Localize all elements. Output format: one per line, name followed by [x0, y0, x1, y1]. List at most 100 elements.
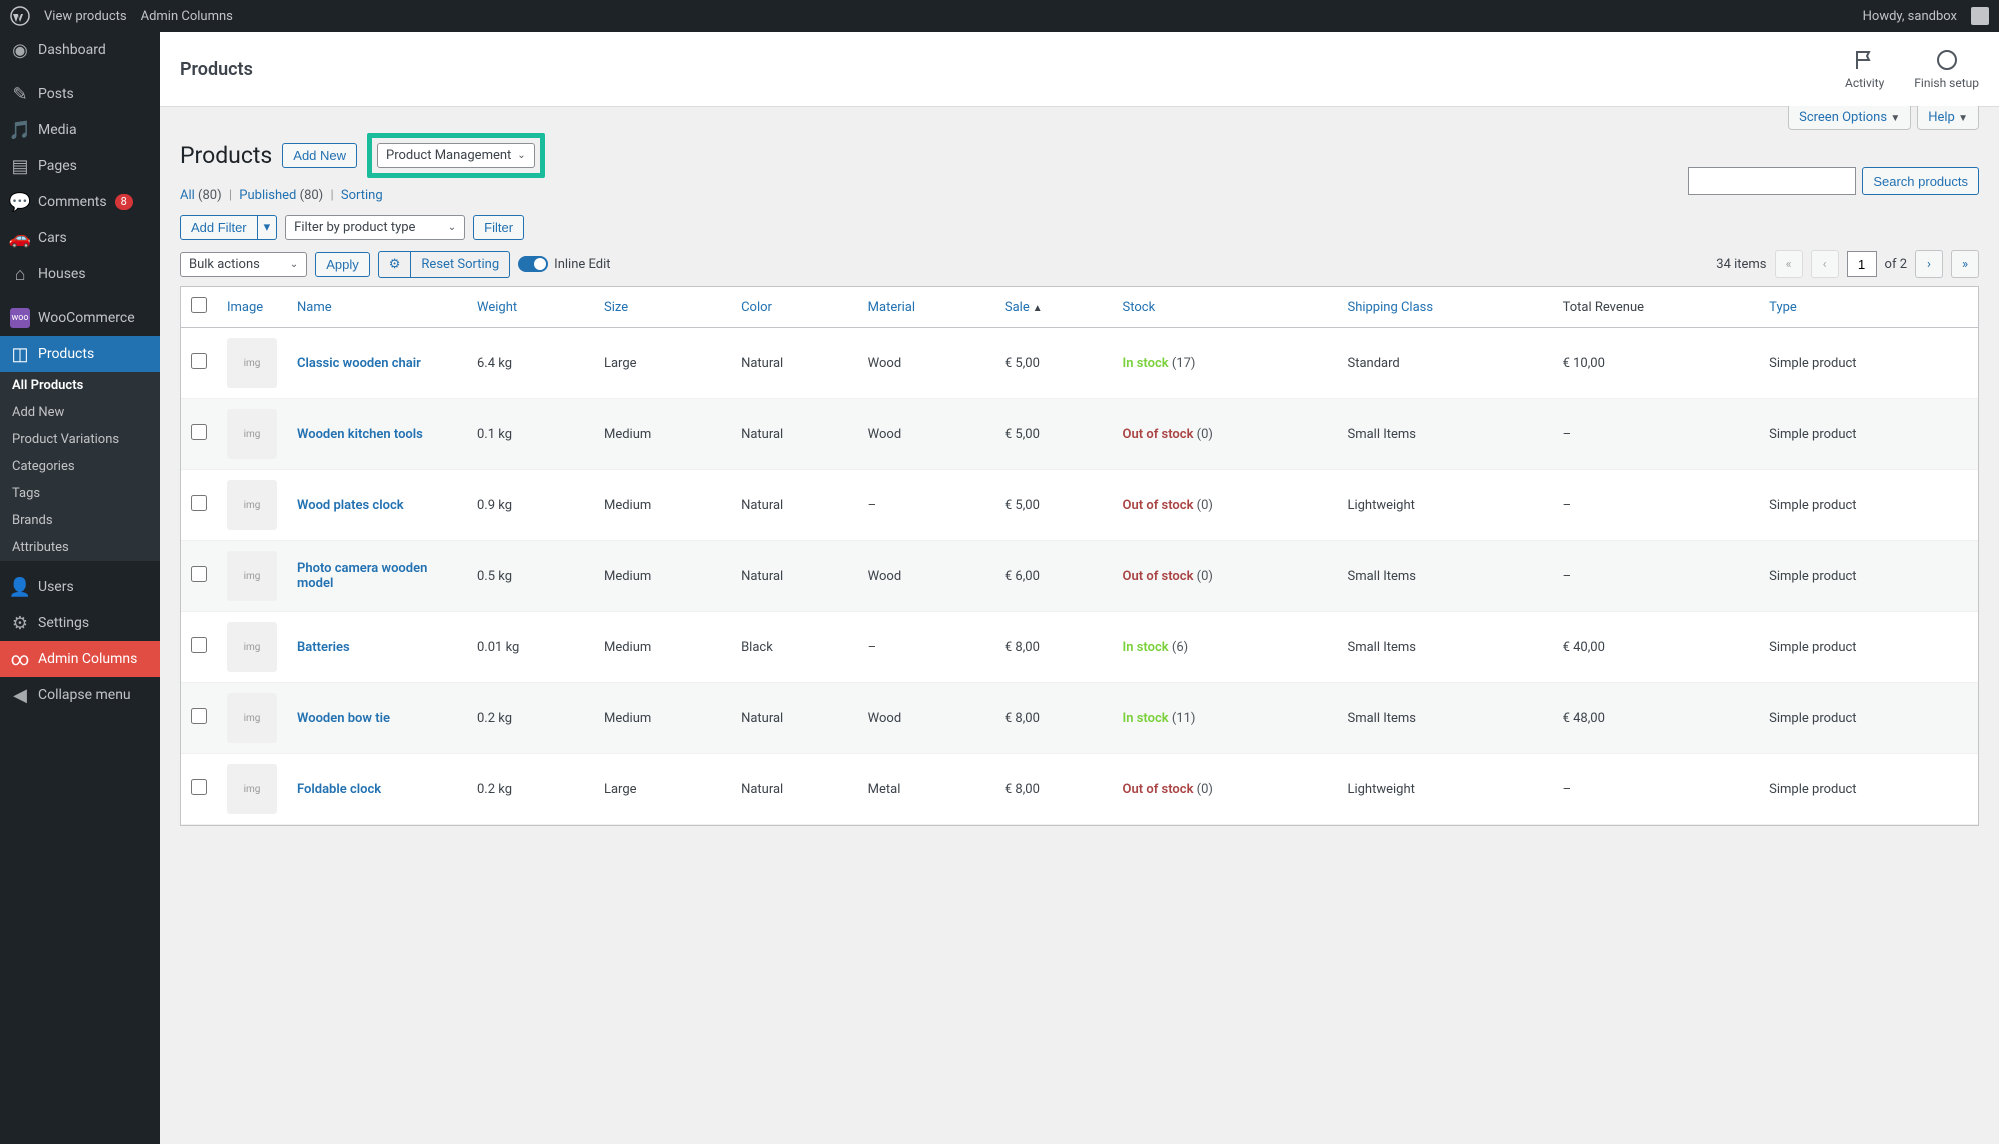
menu-cars[interactable]: 🚗Cars — [0, 220, 160, 256]
table-row: imgClassic wooden chair6.4 kgLargeNatura… — [181, 328, 1978, 399]
bulk-actions-select[interactable]: Bulk actions ⌄ — [180, 252, 307, 277]
wordpress-logo-icon[interactable] — [10, 6, 30, 26]
add-new-button[interactable]: Add New — [282, 143, 357, 168]
cell-material: Metal — [858, 754, 995, 825]
cell-shipping: Standard — [1337, 328, 1552, 399]
submenu-product-variations[interactable]: Product Variations — [0, 426, 160, 453]
col-revenue[interactable]: Total Revenue — [1553, 287, 1760, 328]
submenu-tags[interactable]: Tags — [0, 480, 160, 507]
row-checkbox[interactable] — [191, 495, 207, 511]
product-name-link[interactable]: Photo camera wooden model — [297, 561, 427, 591]
submenu-all-products[interactable]: All Products — [0, 372, 160, 399]
house-icon: ⌂ — [10, 264, 30, 284]
page-first[interactable]: « — [1775, 250, 1803, 278]
view-products-link[interactable]: View products — [44, 9, 127, 24]
row-checkbox[interactable] — [191, 353, 207, 369]
col-color[interactable]: Color — [731, 287, 858, 328]
product-name-link[interactable]: Batteries — [297, 640, 350, 655]
row-checkbox[interactable] — [191, 424, 207, 440]
menu-products[interactable]: ◫Products — [0, 336, 160, 372]
help-tab[interactable]: Help ▼ — [1917, 106, 1979, 130]
cell-type: Simple product — [1759, 612, 1978, 683]
view-select[interactable]: Product Management ⌄ — [377, 143, 535, 168]
cell-weight: 6.4 kg — [467, 328, 594, 399]
heading: Products — [180, 142, 272, 169]
page-current-input[interactable] — [1847, 251, 1877, 277]
product-type-select[interactable]: Filter by product type ⌄ — [285, 215, 465, 240]
submenu-categories[interactable]: Categories — [0, 453, 160, 480]
avatar-icon[interactable] — [1971, 7, 1989, 25]
filter-button[interactable]: Filter — [473, 215, 524, 240]
menu-pages[interactable]: ▤Pages — [0, 148, 160, 184]
cell-shipping: Small Items — [1337, 399, 1552, 470]
cell-stock: In stock (17) — [1113, 328, 1338, 399]
cell-shipping: Small Items — [1337, 683, 1552, 754]
submenu-brands[interactable]: Brands — [0, 507, 160, 534]
row-checkbox[interactable] — [191, 708, 207, 724]
menu-woocommerce[interactable]: wooWooCommerce — [0, 300, 160, 336]
product-name-link[interactable]: Wooden bow tie — [297, 711, 390, 726]
col-weight[interactable]: Weight — [467, 287, 594, 328]
finish-setup-button[interactable]: Finish setup — [1914, 48, 1979, 90]
product-image: img — [227, 338, 277, 388]
menu-users[interactable]: 👤Users — [0, 569, 160, 605]
cell-revenue: € 40,00 — [1553, 612, 1760, 683]
menu-dashboard[interactable]: ◉Dashboard — [0, 32, 160, 68]
col-type[interactable]: Type — [1759, 287, 1978, 328]
reset-sorting-button[interactable]: Reset Sorting — [410, 252, 509, 277]
col-sale[interactable]: Sale▲ — [995, 287, 1113, 328]
cell-size: Medium — [594, 541, 731, 612]
cell-color: Natural — [731, 470, 858, 541]
product-name-link[interactable]: Wood plates clock — [297, 498, 404, 513]
search-input[interactable] — [1688, 167, 1856, 195]
submenu-attributes[interactable]: Attributes — [0, 534, 160, 561]
product-name-link[interactable]: Foldable clock — [297, 782, 381, 797]
menu-media[interactable]: 🎵Media — [0, 112, 160, 148]
page-next[interactable]: › — [1915, 250, 1943, 278]
select-all-checkbox[interactable] — [191, 297, 207, 313]
add-filter-button[interactable]: Add Filter — [180, 215, 258, 240]
cell-color: Natural — [731, 328, 858, 399]
menu-settings[interactable]: ⚙Settings — [0, 605, 160, 641]
page-prev[interactable]: ‹ — [1811, 250, 1839, 278]
screen-options-tab[interactable]: Screen Options ▼ — [1788, 106, 1911, 130]
inline-edit-toggle[interactable]: Inline Edit — [518, 256, 610, 272]
col-material[interactable]: Material — [858, 287, 995, 328]
sorting-gear[interactable]: ⚙ — [379, 252, 411, 277]
row-checkbox[interactable] — [191, 779, 207, 795]
product-image: img — [227, 409, 277, 459]
comment-icon: 💬 — [10, 192, 30, 212]
product-name-link[interactable]: Classic wooden chair — [297, 356, 421, 371]
col-image[interactable]: Image — [217, 287, 287, 328]
horizontal-scrollbar[interactable] — [180, 826, 1979, 842]
filter-all[interactable]: All — [180, 188, 195, 203]
row-checkbox[interactable] — [191, 637, 207, 653]
add-filter-dropdown[interactable]: ▾ — [258, 215, 278, 240]
search-products-button[interactable]: Search products — [1862, 167, 1979, 195]
woo-icon: woo — [10, 308, 30, 328]
col-name[interactable]: Name — [287, 287, 467, 328]
menu-comments[interactable]: 💬Comments8 — [0, 184, 160, 220]
chevron-down-icon: ⌄ — [517, 150, 525, 161]
col-stock[interactable]: Stock — [1113, 287, 1338, 328]
cell-type: Simple product — [1759, 754, 1978, 825]
menu-collapse[interactable]: ◀Collapse menu — [0, 677, 160, 713]
columns-icon: ∞ — [10, 649, 30, 669]
row-checkbox[interactable] — [191, 566, 207, 582]
apply-button[interactable]: Apply — [315, 252, 370, 277]
product-icon: ◫ — [10, 344, 30, 364]
product-name-link[interactable]: Wooden kitchen tools — [297, 427, 423, 442]
cell-sale: € 5,00 — [995, 470, 1113, 541]
col-shipping[interactable]: Shipping Class — [1337, 287, 1552, 328]
menu-houses[interactable]: ⌂Houses — [0, 256, 160, 292]
submenu-add-new[interactable]: Add New — [0, 399, 160, 426]
filter-published[interactable]: Published — [239, 188, 296, 203]
admin-columns-link[interactable]: Admin Columns — [141, 9, 233, 24]
menu-posts[interactable]: ✎Posts — [0, 76, 160, 112]
col-size[interactable]: Size — [594, 287, 731, 328]
page-last[interactable]: » — [1951, 250, 1979, 278]
filter-sorting[interactable]: Sorting — [341, 188, 383, 203]
menu-admin-columns[interactable]: ∞Admin Columns — [0, 641, 160, 677]
activity-button[interactable]: Activity — [1845, 48, 1884, 90]
howdy-link[interactable]: Howdy, sandbox — [1863, 9, 1957, 24]
